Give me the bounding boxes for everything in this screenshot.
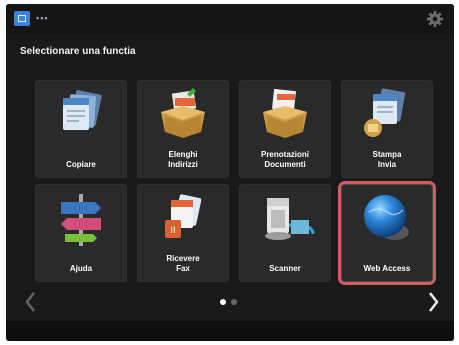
select-function-prompt: Selectionare una functia — [20, 46, 136, 57]
copy-icon — [63, 90, 102, 130]
page-dot — [231, 299, 237, 305]
tile-label: Ricevere Fax — [166, 254, 200, 273]
tile-label: Elenghi Indirizzi — [168, 150, 198, 169]
touch-panel-screen: ▪▪▪ Selectionare una functia Copiare Ele… — [6, 4, 454, 341]
tile-scanner[interactable]: Scanner — [239, 184, 331, 282]
tile-label: Prenotazioni Documenti — [260, 150, 309, 169]
tile-stored-documents[interactable]: Prenotazioni Documenti — [239, 80, 331, 178]
chevron-right-icon[interactable] — [424, 290, 442, 314]
tile-fax-receive[interactable]: II Ricevere Fax — [137, 184, 229, 282]
settings-gear-icon[interactable] — [426, 10, 444, 28]
page-dot-active — [220, 299, 226, 305]
tile-label: Copiare — [66, 160, 96, 169]
fax-receive-icon: II — [165, 194, 202, 238]
tile-scan-send[interactable]: Stampa Invia — [341, 80, 433, 178]
tile-web-access[interactable]: Web Access — [341, 184, 433, 282]
tile-label: Ajuda — [69, 264, 93, 273]
tile-label: Stampa Invia — [372, 150, 402, 169]
page-indicator — [220, 299, 244, 307]
address-box-icon — [161, 88, 205, 138]
app-title: ▪▪▪ — [36, 13, 49, 23]
document-box-icon — [263, 88, 307, 138]
tile-label: Scanner — [269, 264, 301, 273]
tile-copy[interactable]: Copiare — [35, 80, 127, 178]
tile-address-book[interactable]: Elenghi Indirizzi — [137, 80, 229, 178]
globe-icon — [364, 195, 409, 240]
tile-label: Web Access — [363, 264, 411, 273]
scanner-icon — [265, 198, 315, 240]
top-bar: ▪▪▪ — [6, 4, 454, 34]
scan-send-icon — [364, 88, 406, 137]
svg-text:II: II — [170, 225, 175, 235]
bottom-bar — [6, 321, 454, 341]
chevron-left-icon[interactable] — [22, 290, 40, 314]
signpost-help-icon — [61, 194, 101, 246]
app-logo-icon — [14, 11, 30, 26]
tile-help[interactable]: Ajuda — [35, 184, 127, 282]
